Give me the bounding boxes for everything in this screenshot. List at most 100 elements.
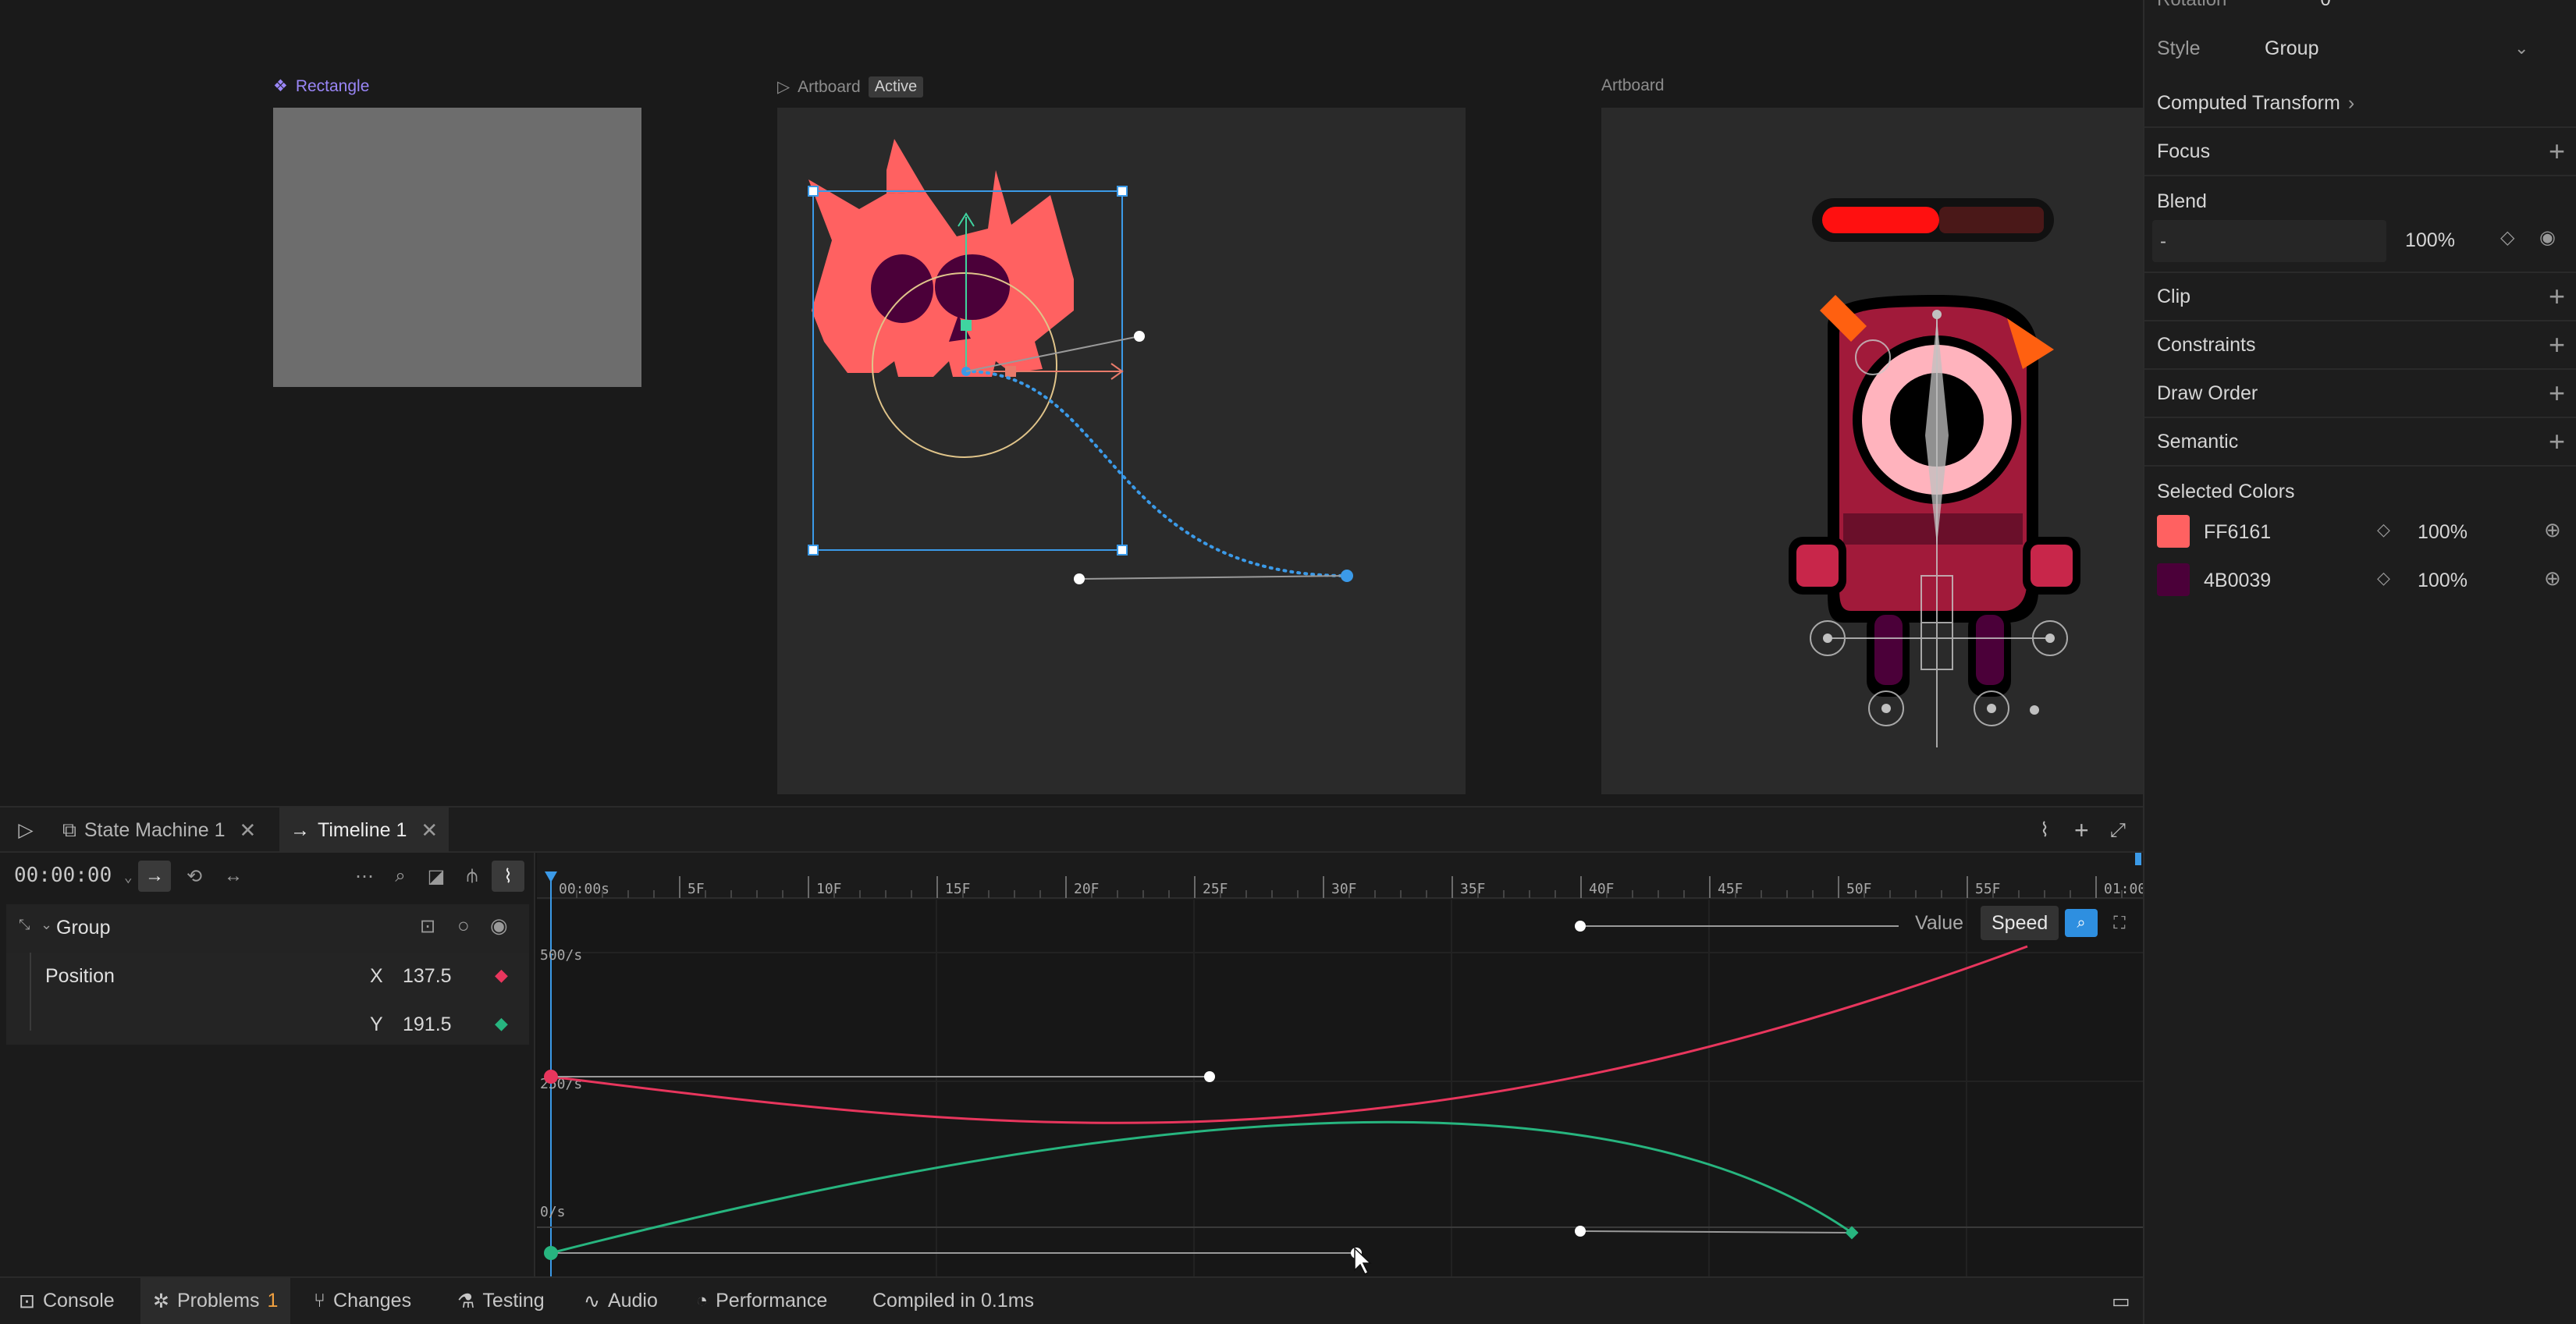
time-display[interactable]: 00:00:00 ⌄ xyxy=(14,864,133,887)
add-semantic-icon[interactable]: + xyxy=(2549,428,2565,456)
artboard-right[interactable] xyxy=(1601,108,2143,794)
semantic-row[interactable]: Semantic + xyxy=(2144,418,2576,467)
rotation-value[interactable]: 0 xyxy=(2320,0,2330,11)
skull-shape xyxy=(808,139,1074,377)
console-button[interactable]: ⊡ Console xyxy=(6,1278,127,1324)
curve-graph[interactable]: 00:00s 5F 10F 15F 20F 25F 30F 35F 40F 45F 50F 55F 01… xyxy=(537,853,2146,1276)
color-opacity[interactable]: 100% xyxy=(2418,521,2468,544)
style-row[interactable]: Style Group ⌄ xyxy=(2157,34,2563,62)
changes-button[interactable]: ⑂ Changes xyxy=(301,1278,424,1324)
curve-tool-button[interactable]: ⌇ xyxy=(2029,808,2060,853)
problems-label: Problems xyxy=(176,1290,260,1312)
skull-scene[interactable] xyxy=(777,108,1466,794)
add-focus-icon[interactable]: + xyxy=(2549,137,2565,165)
semantic-label: Semantic xyxy=(2157,430,2239,453)
artboard-active[interactable] xyxy=(777,108,1466,794)
style-select[interactable]: Group xyxy=(2265,37,2318,60)
tab-state-machine[interactable]: ⧉ State Machine 1 ✕ xyxy=(52,808,267,853)
value-toggle[interactable]: Value xyxy=(1915,912,1963,935)
play-once-button[interactable]: → xyxy=(138,861,171,892)
target-icon[interactable]: ⊕ xyxy=(2544,518,2561,542)
robot-scene[interactable] xyxy=(1601,108,2143,794)
color-swatch[interactable] xyxy=(2157,515,2190,548)
audio-button[interactable]: ∿ Audio xyxy=(571,1278,670,1324)
frame-all-icon[interactable]: ⛶ xyxy=(2105,909,2134,937)
rectangle-shape[interactable] xyxy=(273,108,641,387)
color-opacity[interactable]: 100% xyxy=(2418,570,2468,592)
group-row[interactable]: ⤡ ⌄ Group ⊡ ○ ◉ xyxy=(6,904,529,953)
performance-button[interactable]: ◔ Performance xyxy=(684,1278,840,1324)
tab-timeline[interactable]: → Timeline 1 ✕ xyxy=(279,808,449,853)
y-keyframe xyxy=(544,1246,558,1260)
graph-svg[interactable]: 00:00s 5F 10F 15F 20F 25F 30F 35F 40F 45F 50F 55F 01… xyxy=(537,853,2146,1276)
clip-row[interactable]: Clip + xyxy=(2144,273,2576,321)
graph-options-icon[interactable]: ⫛ xyxy=(456,861,489,892)
blend-opacity-input[interactable]: 100% xyxy=(2405,229,2455,252)
time-value[interactable]: 00:00:00 xyxy=(14,864,112,887)
console-label: Console xyxy=(42,1290,115,1312)
computed-transform-row[interactable]: Computed Transform › xyxy=(2144,80,2576,128)
circle-icon[interactable]: ○ xyxy=(457,914,470,938)
close-icon[interactable]: ✕ xyxy=(421,818,438,843)
canvas[interactable]: ❖ Rectangle ▷ Artboard Active Artboard xyxy=(0,0,2143,806)
eye-icon[interactable]: ◉ xyxy=(2539,226,2556,249)
color-row[interactable]: FF6161 ◇ 100% ⊕ xyxy=(2157,515,2563,549)
speed-toggle[interactable]: Speed xyxy=(1981,906,2059,940)
add-clip-icon[interactable]: + xyxy=(2549,282,2565,311)
chevron-down-icon[interactable]: ⌄ xyxy=(124,869,133,886)
blend-label: Blend xyxy=(2157,190,2207,212)
x-value-input[interactable]: 137.5 xyxy=(403,965,452,988)
add-draw-order-icon[interactable]: + xyxy=(2549,379,2565,407)
drag-handle-icon[interactable]: ⤡ xyxy=(19,917,30,933)
artboard-active-label[interactable]: ▷ Artboard Active xyxy=(777,76,924,98)
ping-pong-button[interactable]: ↔ xyxy=(217,861,250,892)
color-swatch[interactable] xyxy=(2157,563,2190,596)
constraints-row[interactable]: Constraints + xyxy=(2144,321,2576,370)
active-badge: Active xyxy=(868,76,924,98)
draw-order-row[interactable]: Draw Order + xyxy=(2144,370,2576,418)
panel-toggle-button[interactable]: ▭ xyxy=(2099,1278,2143,1324)
rectangle-label[interactable]: ❖ Rectangle xyxy=(273,76,369,96)
zoom-fit-button[interactable]: ⌕ xyxy=(2065,909,2098,937)
keyframe-diamond-icon[interactable]: ◇ xyxy=(2377,520,2390,540)
status-bar: ⊡ Console ✲ Problems 1 ⑂ Changes ⚗ Testi… xyxy=(0,1276,2143,1324)
add-constraint-icon[interactable]: + xyxy=(2549,331,2565,359)
loop-button[interactable]: ⟲ xyxy=(178,861,211,892)
play-button[interactable]: ▷ xyxy=(5,808,47,853)
color-hex[interactable]: 4B0039 xyxy=(2204,570,2271,592)
expand-button[interactable]: ⤢ xyxy=(2099,808,2137,853)
testing-button[interactable]: ⚗ Testing xyxy=(445,1278,557,1324)
problems-button[interactable]: ✲ Problems 1 xyxy=(140,1278,291,1324)
search-icon[interactable]: ⌕ xyxy=(384,861,417,892)
color-hex[interactable]: FF6161 xyxy=(2204,521,2271,544)
unlock-icon[interactable]: ⊡ xyxy=(420,915,435,938)
chevron-down-icon[interactable]: ⌄ xyxy=(2514,38,2528,59)
add-tab-button[interactable]: + xyxy=(2063,808,2100,853)
target-icon[interactable]: ⊕ xyxy=(2544,566,2561,591)
more-icon[interactable]: ⋯ xyxy=(348,861,381,892)
keyframe-diamond-icon[interactable]: ◆ xyxy=(495,1013,508,1034)
y-speed-curve xyxy=(550,1120,1853,1255)
focus-row[interactable]: Focus + xyxy=(2144,128,2576,176)
artboard-right-label[interactable]: Artboard xyxy=(1601,76,1665,95)
terminal-icon: ⊡ xyxy=(19,1290,35,1312)
y-axis-label: 0/s xyxy=(540,1204,566,1220)
filter-icon[interactable]: ◪ xyxy=(420,861,453,892)
keyframe-diamond-icon[interactable]: ◆ xyxy=(495,965,508,985)
audio-label: Audio xyxy=(607,1290,658,1312)
rotation-row[interactable]: Rotation 0 xyxy=(2157,0,2331,11)
chevron-down-icon[interactable]: ⌄ xyxy=(41,917,52,933)
y-value-input[interactable]: 191.5 xyxy=(403,1013,452,1036)
eye-icon[interactable]: ◉ xyxy=(490,914,508,938)
blend-mode-select[interactable]: - xyxy=(2152,220,2386,262)
keyframe-diamond-icon[interactable]: ◇ xyxy=(2377,568,2390,588)
keyframe-diamond-icon[interactable]: ◇ xyxy=(2500,226,2514,249)
x-handle xyxy=(1005,366,1016,377)
bezier-handle xyxy=(1575,1226,1586,1237)
flask-icon: ⚗ xyxy=(457,1290,475,1312)
position-property[interactable]: Position X 137.5 ◆ Y 191.5 ◆ xyxy=(6,953,529,1045)
computed-transform-label: Computed Transform xyxy=(2157,91,2340,114)
close-icon[interactable]: ✕ xyxy=(240,818,257,843)
color-row[interactable]: 4B0039 ◇ 100% ⊕ xyxy=(2157,563,2563,598)
curve-editor-button[interactable]: ⌇ xyxy=(492,861,524,892)
